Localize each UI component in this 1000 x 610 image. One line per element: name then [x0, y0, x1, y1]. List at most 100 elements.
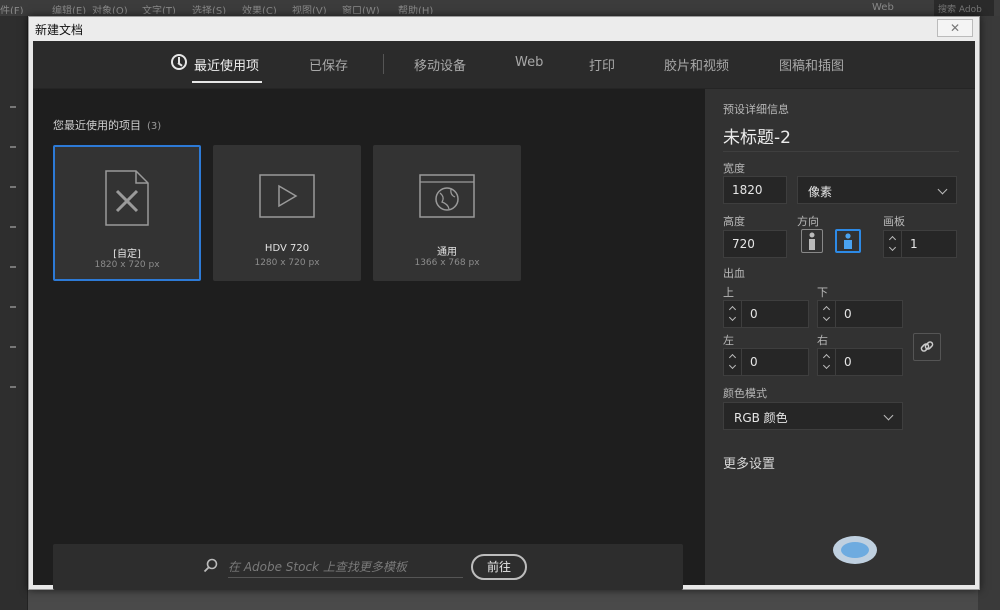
bleed-right-value: 0 [844, 355, 852, 369]
artboards-value: 1 [910, 237, 918, 251]
tool-icon[interactable] [10, 346, 16, 348]
preset-card-size: 1280 x 720 px [254, 258, 320, 268]
color-mode-value: RGB 颜色 [734, 411, 788, 425]
tab-recent[interactable]: 最近使用项 [194, 55, 259, 81]
preset-card-custom[interactable]: [自定] 1820 x 720 px [53, 145, 201, 281]
color-mode-select[interactable]: RGB 颜色 [723, 402, 903, 430]
recent-items-count: (3) [147, 121, 162, 132]
document-name-field[interactable]: 未标题-2 [723, 123, 791, 148]
bleed-bottom-stepper[interactable]: 0 [817, 300, 903, 328]
menu-object[interactable]: 对象(O) [92, 2, 136, 14]
chevron-down-icon [937, 184, 948, 195]
stepper-arrows[interactable] [818, 349, 836, 375]
dialog-body: 最近使用项 已保存 移动设备 Web 打印 胶片和视频 图稿和插图 您最近使用的… [33, 41, 975, 590]
tool-icon[interactable] [10, 226, 16, 228]
preset-tabs: 最近使用项 已保存 移动设备 Web 打印 胶片和视频 图稿和插图 [33, 41, 975, 89]
stock-search-bar: 在 Adobe Stock 上查找更多模板 前往 [53, 544, 683, 590]
app-search-input[interactable]: 搜索 Adob [934, 0, 994, 16]
active-tab-indicator [192, 81, 262, 83]
preset-card-name: [自定] [113, 249, 141, 260]
preset-card-name: HDV 720 [264, 243, 310, 254]
go-button[interactable]: 前往 [471, 554, 527, 580]
bleed-label: 出血 [723, 267, 745, 280]
bleed-right-stepper[interactable]: 0 [817, 348, 903, 376]
workspace-label[interactable]: Web [872, 2, 902, 14]
preset-card-name: 通用 [437, 247, 457, 258]
tool-icon[interactable] [10, 106, 16, 108]
menu-effect[interactable]: 效果(C) [242, 2, 286, 14]
chevron-up-icon [888, 235, 897, 244]
preset-card-general[interactable]: 通用 1366 x 768 px [373, 145, 521, 281]
bleed-left-stepper[interactable]: 0 [723, 348, 809, 376]
chevron-down-icon [728, 313, 737, 322]
stepper-arrows[interactable] [884, 231, 902, 257]
stepper-arrows[interactable] [724, 349, 742, 375]
video-play-icon [259, 174, 315, 218]
chevron-down-icon [883, 410, 894, 421]
tool-icon[interactable] [10, 386, 16, 388]
bleed-top-stepper[interactable]: 0 [723, 300, 809, 328]
tool-icon[interactable] [10, 266, 16, 268]
tool-icon[interactable] [10, 306, 16, 308]
bleed-left-label: 左 [723, 334, 734, 347]
menu-select[interactable]: 选择(S) [192, 2, 236, 14]
height-input[interactable]: 720 [723, 230, 787, 258]
dialog-titlebar: 新建文档 ✕ [29, 17, 979, 41]
clock-icon [171, 54, 187, 70]
menu-file[interactable]: 件(F) [0, 2, 30, 14]
search-icon [203, 558, 218, 573]
preset-details-heading: 预设详细信息 [723, 103, 789, 116]
bleed-left-value: 0 [750, 355, 758, 369]
artboards-label: 画板 [883, 215, 905, 228]
bleed-right-label: 右 [817, 334, 828, 347]
tool-icon[interactable] [10, 146, 16, 148]
bleed-bottom-label: 下 [817, 286, 828, 299]
stepper-arrows[interactable] [724, 301, 742, 327]
link-bleed-button[interactable] [913, 333, 941, 361]
chevron-up-icon [822, 305, 831, 314]
orientation-label: 方向 [797, 215, 819, 228]
preset-card-size: 1366 x 768 px [414, 258, 480, 268]
recent-items-title: 您最近使用的项目 [53, 119, 141, 132]
more-settings-button[interactable]: 更多设置 [723, 453, 775, 472]
tab-print[interactable]: 打印 [589, 55, 615, 81]
chevron-down-icon [728, 361, 737, 370]
landscape-orientation-button[interactable] [835, 229, 861, 253]
menu-type[interactable]: 文字(T) [142, 2, 186, 14]
dialog-title: 新建文档 [35, 23, 84, 37]
chevron-up-icon [728, 353, 737, 362]
tool-icon[interactable] [10, 186, 16, 188]
watermark-logo [833, 536, 877, 564]
preset-card-hdv720[interactable]: HDV 720 1280 x 720 px [213, 145, 361, 281]
tab-mobile[interactable]: 移动设备 [414, 55, 466, 81]
stock-search-input[interactable]: 在 Adobe Stock 上查找更多模板 [228, 558, 463, 578]
app-right-panel [978, 16, 1000, 610]
width-label: 宽度 [723, 162, 745, 175]
tab-divider [383, 54, 384, 74]
app-menubar: 件(F) 编辑(E) 对象(O) 文字(T) 选择(S) 效果(C) 视图(V)… [0, 0, 1000, 16]
chevron-up-icon [822, 353, 831, 362]
chevron-down-icon [888, 243, 897, 252]
portrait-orientation-button[interactable] [801, 229, 823, 253]
menu-help[interactable]: 帮助(H) [398, 2, 442, 14]
tab-art-illustration[interactable]: 图稿和插图 [779, 55, 844, 81]
close-button[interactable]: ✕ [937, 19, 973, 37]
chevron-up-icon [728, 305, 737, 314]
menu-window[interactable]: 窗口(W) [342, 2, 386, 14]
recent-items-heading: 您最近使用的项目 (3) [53, 117, 161, 133]
link-icon [920, 341, 934, 352]
unit-select[interactable]: 像素 [797, 176, 957, 204]
tab-film-video[interactable]: 胶片和视频 [664, 55, 729, 81]
tab-web[interactable]: Web [515, 55, 543, 81]
height-label: 高度 [723, 215, 745, 228]
stepper-arrows[interactable] [818, 301, 836, 327]
width-input[interactable]: 1820 [723, 176, 787, 204]
tab-saved[interactable]: 已保存 [309, 55, 348, 81]
menu-edit[interactable]: 编辑(E) [52, 2, 92, 14]
bleed-bottom-value: 0 [844, 307, 852, 321]
chevron-down-icon [822, 361, 831, 370]
menu-view[interactable]: 视图(V) [292, 2, 336, 14]
artboards-stepper[interactable]: 1 [883, 230, 957, 258]
document-name-underline [723, 151, 959, 152]
tools-panel [0, 16, 28, 610]
